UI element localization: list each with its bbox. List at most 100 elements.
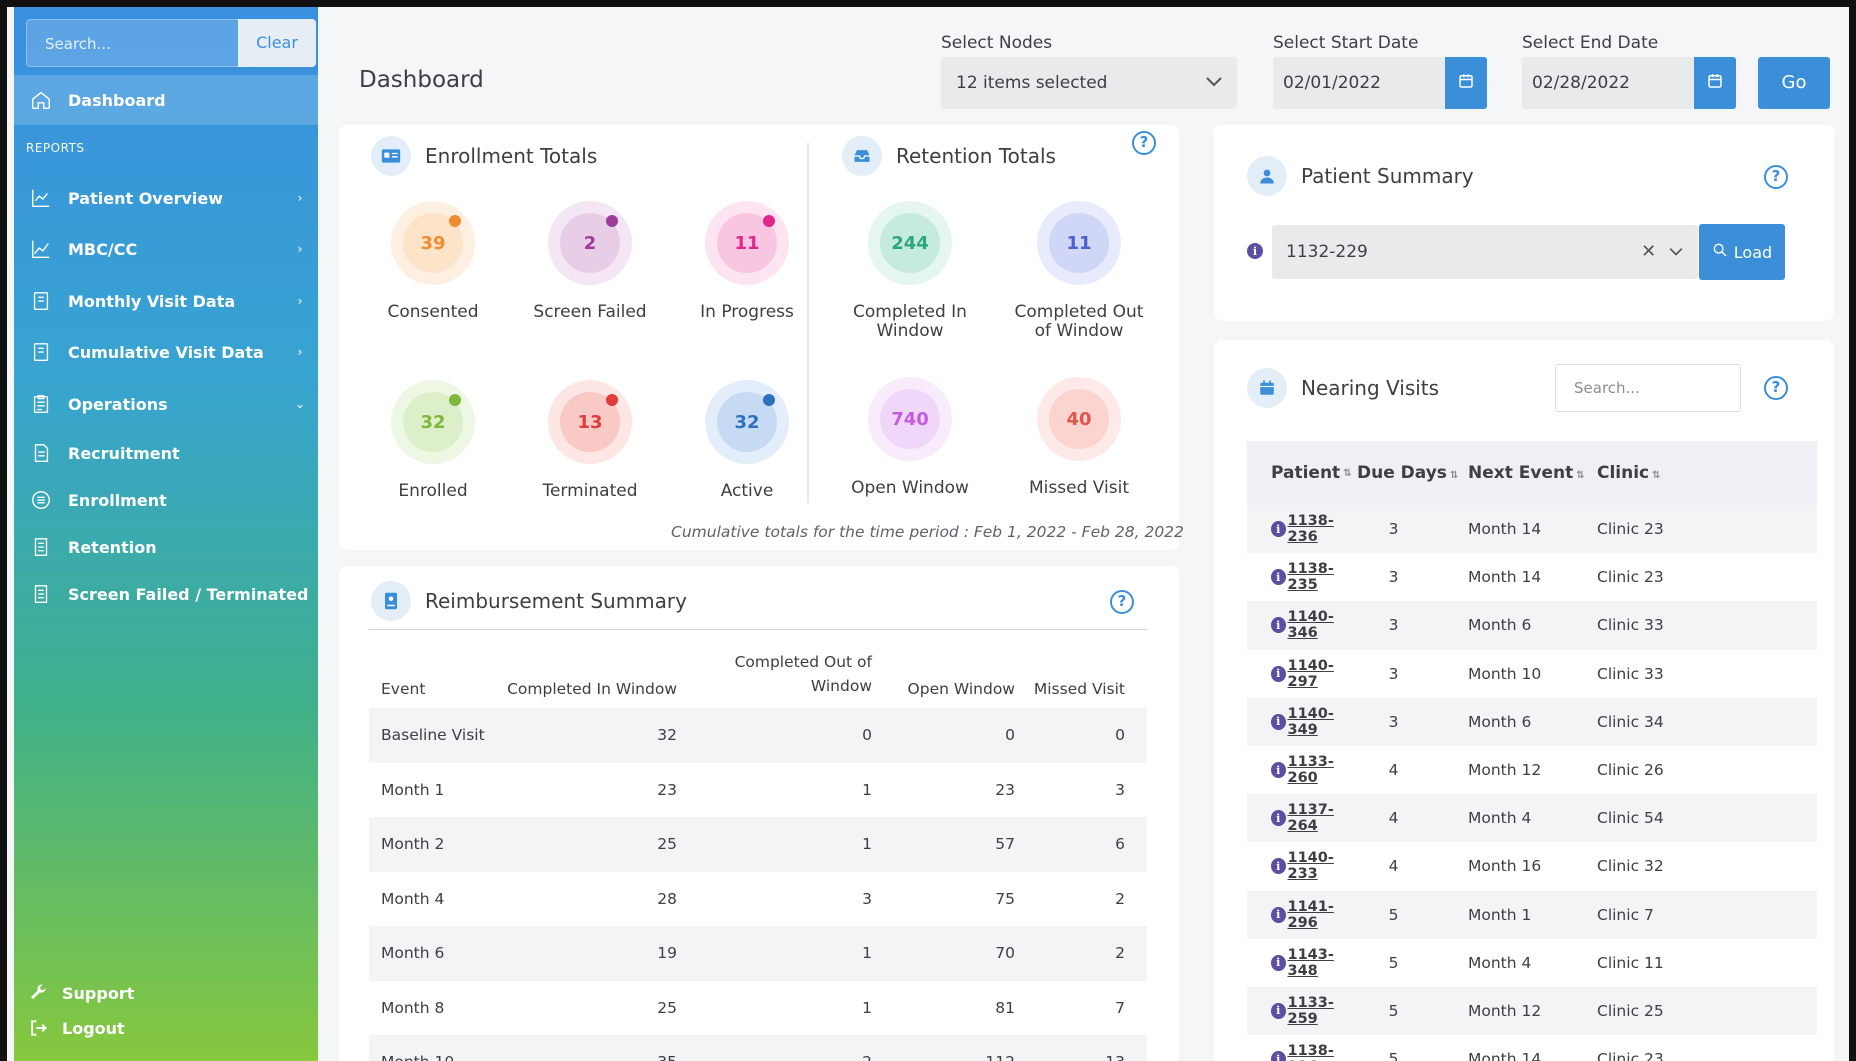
sidebar-item-label: Patient Overview (68, 188, 224, 208)
info-icon[interactable]: i (1271, 617, 1286, 634)
patient-link[interactable]: 1140-297 (1288, 658, 1358, 690)
info-icon[interactable]: i (1271, 569, 1286, 586)
info-icon[interactable]: i (1271, 1002, 1286, 1019)
table-cell: Month 8 (381, 998, 445, 1017)
end-date-calendar-button[interactable] (1694, 57, 1736, 109)
table-cell: 2 (1115, 944, 1125, 963)
table-cell: 23 (995, 780, 1015, 799)
info-icon[interactable]: i (1271, 665, 1286, 682)
metric-ring: 40 (1037, 377, 1121, 461)
metric-ring: 244 (868, 201, 952, 285)
col-header-due-days[interactable]: Due Days ⇅ (1357, 463, 1468, 483)
table-cell: Clinic 25 (1597, 1001, 1664, 1020)
table-cell: Clinic 33 (1597, 616, 1664, 635)
table-cell: 3 (1115, 780, 1125, 799)
nearing-visits-help-icon[interactable]: ? (1764, 376, 1788, 400)
sidebar-item-patient-overview[interactable]: Patient Overview › (14, 173, 318, 223)
patient-select[interactable]: 1132-229 ✕ (1272, 225, 1698, 279)
metric-ring: 11 (705, 201, 789, 285)
sidebar-item-retention[interactable]: Retention (14, 522, 318, 572)
table-cell: 2 (1115, 889, 1125, 908)
patient-link[interactable]: 1133-259 (1288, 995, 1358, 1027)
table-cell: 3 (1388, 664, 1399, 683)
nearing-visits-search[interactable]: Search... (1555, 364, 1741, 412)
totals-help-icon[interactable]: ? (1132, 131, 1156, 155)
metric-value: 40 (1049, 389, 1109, 449)
patient-cell: i 1143-348 (1247, 947, 1357, 979)
sidebar-item-recruitment[interactable]: Recruitment (14, 428, 318, 478)
table-cell: 81 (995, 998, 1015, 1017)
nodes-select[interactable]: 12 items selected (941, 57, 1237, 109)
col-header: Missed Visit (1033, 680, 1125, 698)
sidebar-search-input[interactable]: Search... (26, 19, 238, 67)
end-date-input[interactable]: 02/28/2022 (1522, 57, 1694, 109)
logout-label: Logout (62, 1018, 125, 1038)
info-icon[interactable]: i (1271, 521, 1286, 538)
sidebar-section-reports: REPORTS (26, 141, 85, 155)
table-cell: Month 4 (1468, 953, 1532, 972)
sidebar-item-mbc-cc[interactable]: MBC/CC › (14, 224, 318, 274)
go-button[interactable]: Go (1758, 57, 1830, 109)
patient-link[interactable]: 1138-234 (1288, 1043, 1358, 1061)
trend-icon (14, 238, 68, 260)
user-icon (1247, 156, 1287, 196)
reimbursement-help-icon[interactable]: ? (1110, 590, 1134, 614)
start-date-calendar-button[interactable] (1445, 57, 1487, 109)
info-icon[interactable]: i (1271, 906, 1286, 923)
sidebar-item-label: Cumulative Visit Data (68, 342, 264, 362)
table-cell: 0 (862, 726, 872, 745)
id-card-icon (371, 136, 411, 176)
start-date-input[interactable]: 02/01/2022 (1273, 57, 1445, 109)
clear-icon[interactable]: ✕ (1641, 241, 1656, 262)
load-button[interactable]: Load (1699, 224, 1785, 280)
info-icon[interactable]: i (1271, 954, 1286, 971)
table-cell: 57 (995, 835, 1015, 854)
info-icon[interactable]: i (1271, 713, 1286, 730)
sidebar-item-screen-failed-terminated[interactable]: Screen Failed / Terminated (14, 569, 318, 619)
sort-icon: ⇅ (1652, 470, 1661, 481)
col-header-next-event[interactable]: Next Event ⇅ (1468, 463, 1597, 483)
patient-cell: i 1138-236 (1247, 513, 1357, 545)
status-dot (763, 394, 775, 406)
patient-link[interactable]: 1137-264 (1288, 802, 1358, 834)
sidebar-item-dashboard[interactable]: Dashboard (14, 75, 318, 125)
patient-link[interactable]: 1133-260 (1288, 754, 1358, 786)
col-header-patient[interactable]: Patient ⇅ (1247, 463, 1357, 483)
sidebar-clear-button[interactable]: Clear (238, 19, 316, 67)
table-cell: Month 1 (1468, 905, 1532, 924)
patient-cell: i 1140-297 (1247, 658, 1357, 690)
logout-link[interactable]: Logout (14, 1018, 318, 1038)
patient-link[interactable]: 1143-348 (1288, 947, 1358, 979)
patient-link[interactable]: 1140-346 (1288, 609, 1358, 641)
info-icon[interactable]: i (1271, 810, 1286, 827)
patient-link[interactable]: 1138-235 (1288, 561, 1358, 593)
metric-missed-visit: 40 Missed Visit (1009, 377, 1149, 498)
col-header-clinic[interactable]: Clinic ⇅ (1597, 463, 1747, 483)
sidebar-item-cumulative-visit-data[interactable]: Cumulative Visit Data › (14, 327, 318, 377)
sidebar-item-monthly-visit-data[interactable]: Monthly Visit Data › (14, 276, 318, 326)
table-cell: 28 (657, 889, 677, 908)
sidebar-item-operations[interactable]: Operations ⌄ (14, 379, 318, 429)
sidebar-item-enrollment[interactable]: Enrollment (14, 475, 318, 525)
metric-ring: 11 (1037, 201, 1121, 285)
chevron-right-icon: › (297, 242, 303, 256)
patient-link[interactable]: 1141-296 (1288, 899, 1358, 931)
info-icon[interactable]: i (1271, 858, 1286, 875)
table-row: Month 2 25 1 57 6 (369, 817, 1147, 872)
table-cell: 7 (1115, 998, 1125, 1017)
metric-value: 740 (880, 389, 940, 449)
patient-link[interactable]: 1138-236 (1288, 513, 1358, 545)
chevron-down-icon[interactable] (1668, 241, 1684, 262)
metric-in-progress: 11 In Progress (677, 201, 817, 322)
patient-summary-help-icon[interactable]: ? (1764, 165, 1788, 189)
table-row: i 1143-348 5 Month 4 Clinic 11 (1247, 939, 1817, 987)
table-row: i1138-234 5 Month 14 Clinic 23 (1247, 1035, 1817, 1061)
info-icon[interactable]: i (1271, 1051, 1286, 1061)
patient-link[interactable]: 1140-349 (1288, 706, 1358, 738)
col-header: Event (381, 680, 426, 698)
patient-link[interactable]: 1140-233 (1288, 850, 1358, 882)
patient-cell: i 1137-264 (1247, 802, 1357, 834)
support-link[interactable]: Support (14, 983, 318, 1003)
table-cell: Clinic 23 (1597, 520, 1664, 539)
info-icon[interactable]: i (1271, 762, 1286, 779)
